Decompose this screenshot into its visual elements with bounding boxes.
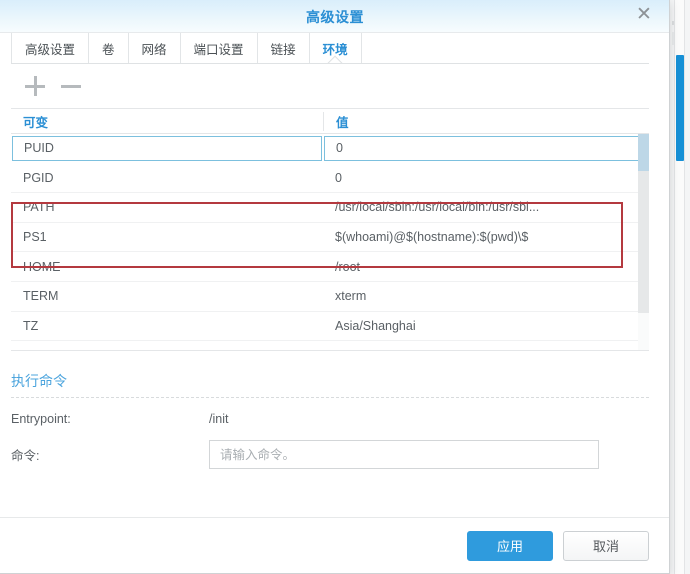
dialog-footer: 应用 取消: [0, 517, 669, 573]
entrypoint-label: Entrypoint:: [11, 412, 71, 426]
cancel-button[interactable]: 取消: [563, 530, 649, 561]
table-row[interactable]: ARIA2_VERSION 1.34.0: [11, 341, 649, 350]
env-name-cell: PS1: [23, 230, 47, 245]
env-value-cell: /root: [335, 259, 361, 274]
env-value-cell: $(whoami)@$(hostname):$(pwd)\$: [335, 230, 529, 245]
env-value-cell: 0: [335, 170, 342, 185]
table-row[interactable]: PATH /usr/local/sbin:/usr/local/bin:/usr…: [11, 193, 649, 223]
table-header-row: 可变 值: [11, 109, 649, 134]
env-name-cell: ARIA2_VERSION: [11, 348, 323, 350]
env-value-cell: 1.34.0: [323, 348, 649, 350]
column-header-value: 值: [323, 111, 649, 131]
tab-network[interactable]: 网络: [129, 33, 181, 64]
tab-links[interactable]: 链接: [258, 33, 310, 64]
entrypoint-row: Entrypoint: /init: [11, 412, 649, 426]
env-name-cell: PGID: [23, 170, 54, 185]
dialog-title: 高级设置: [306, 9, 364, 25]
tab-bar: 高级设置 卷 网络 端口设置 链接 环境: [0, 33, 669, 64]
environment-variables-table: 可变 值 PUID 0 PGID 0 PATH /usr/local/sbin:…: [11, 108, 649, 351]
tab-label: 卷: [102, 43, 115, 57]
command-section: 执行命令 Entrypoint: /init 命令:: [11, 371, 649, 469]
table-scrollbar-track-fill: [638, 171, 649, 313]
tab-advanced-settings[interactable]: 高级设置: [11, 33, 90, 64]
table-scrollbar-track[interactable]: [638, 134, 649, 350]
tab-label: 高级设置: [25, 43, 76, 57]
tab-volumes[interactable]: 卷: [89, 33, 129, 64]
plus-icon-bar: [34, 76, 37, 96]
command-label: 命令:: [11, 449, 40, 463]
env-name-input[interactable]: PUID: [12, 135, 322, 161]
tab-label: 端口设置: [193, 43, 244, 57]
page-scrollbar-thumb[interactable]: [676, 55, 684, 161]
env-name-cell[interactable]: PUID: [11, 135, 323, 161]
command-input[interactable]: [209, 440, 599, 469]
table-row[interactable]: TZ Asia/Shanghai: [11, 312, 649, 342]
tab-label: 环境: [322, 43, 348, 57]
env-value-cell: xterm: [335, 289, 367, 304]
tab-port-settings[interactable]: 端口设置: [181, 33, 258, 64]
close-icon[interactable]: ✕: [633, 4, 655, 26]
env-name-cell: PATH: [23, 200, 55, 215]
table-row[interactable]: TERM xterm: [11, 282, 649, 312]
entrypoint-value: /init: [209, 412, 229, 426]
table-row[interactable]: HOME /root: [11, 252, 649, 282]
tab-label: 网络: [141, 43, 167, 57]
dialog-body: 可变 值 PUID 0 PGID 0 PATH /usr/local/sbin:…: [0, 64, 669, 519]
env-value-cell: Asia/Shanghai: [335, 318, 416, 333]
table-row[interactable]: PS1 $(whoami)@$(hostname):$(pwd)\$: [11, 223, 649, 253]
env-value-cell[interactable]: 0: [323, 135, 649, 161]
minus-icon[interactable]: [57, 72, 85, 100]
env-toolbar: [11, 64, 649, 108]
command-section-heading: 执行命令: [11, 371, 649, 398]
env-name-cell: TERM: [23, 289, 59, 304]
apply-button[interactable]: 应用: [467, 530, 553, 561]
tab-strip: 高级设置 卷 网络 端口设置 链接 环境: [11, 33, 669, 64]
advanced-settings-dialog: 高级设置 ✕ 高级设置 卷 网络 端口设置 链接 环境 可变 值 PUID 0 …: [0, 0, 670, 574]
tab-environment[interactable]: 环境: [310, 33, 362, 64]
table-row[interactable]: PUID 0: [11, 134, 649, 164]
plus-icon[interactable]: [21, 72, 49, 100]
command-row: 命令:: [11, 440, 649, 469]
minus-icon-bar: [61, 85, 81, 88]
env-name-cell: TZ: [23, 318, 39, 333]
table-row[interactable]: PGID 0: [11, 164, 649, 194]
env-value-cell: /usr/local/sbin:/usr/local/bin:/usr/sbi.…: [335, 200, 540, 215]
table-scrollbar-thumb[interactable]: [638, 134, 649, 171]
table-body: PUID 0 PGID 0 PATH /usr/local/sbin:/usr/…: [11, 134, 649, 350]
dialog-titlebar: 高级设置 ✕: [0, 0, 669, 33]
column-header-variable: 可变: [23, 115, 49, 130]
env-value-input[interactable]: 0: [324, 135, 648, 161]
env-name-cell: HOME: [23, 259, 61, 274]
tab-label: 链接: [270, 43, 296, 57]
